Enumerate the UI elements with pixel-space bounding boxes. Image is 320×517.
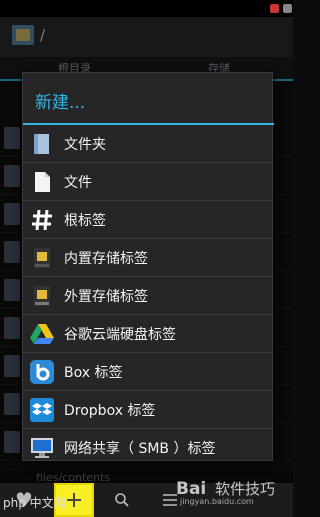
watermark: Bai 软件技巧 jingyan.baidu.com [176,478,276,506]
status-icon [283,4,292,13]
menu-item-google-drive[interactable]: 谷歌云端硬盘标签 [23,315,272,353]
menu-item-dropbox[interactable]: Dropbox 标签 [23,391,272,429]
menu-item-label: 网络共享（ SMB ）标签 [64,441,216,457]
new-item-popup: 新建... 文件夹 文件 根标签 内置存储标签 外置存储标签 谷歌云端硬盘标签 … [22,72,274,461]
status-icon [270,4,279,13]
menu-item-label: Box 标签 [64,365,123,381]
sd-card-icon [34,248,50,268]
search-button[interactable] [102,483,142,517]
add-icon [67,493,81,507]
dropbox-icon [30,398,54,422]
google-drive-icon [30,324,54,344]
menu-item-internal-storage[interactable]: 内置存储标签 [23,239,272,277]
hash-icon [32,209,52,231]
folder-icon [34,134,49,154]
popup-title: 新建... [35,93,86,113]
menu-item-label: 谷歌云端硬盘标签 [64,327,176,343]
menu-item-smb[interactable]: 网络共享（ SMB ）标签 [23,429,272,467]
menu-item-box[interactable]: Box 标签 [23,353,272,391]
menu-item-root-tab[interactable]: 根标签 [23,201,272,239]
watermark-url: jingyan.baidu.com [180,497,254,506]
menu-item-label: Dropbox 标签 [64,403,156,419]
menu-item-label: 根标签 [64,213,106,229]
php-watermark: php 中文网 [3,496,66,510]
menu-item-label: 内置存储标签 [64,251,148,267]
sd-card-icon [34,286,50,306]
baidu-logo: Bai [176,479,207,499]
file-icon [35,172,50,192]
menu-item-label: 文件夹 [64,137,106,153]
menu-item-file[interactable]: 文件 [23,163,272,201]
box-icon [30,360,54,384]
menu-item-label: 文件 [64,175,92,191]
status-bar [0,0,293,17]
menu-item-external-storage[interactable]: 外置存储标签 [23,277,272,315]
menu-item-folder[interactable]: 文件夹 [23,125,272,163]
monitor-icon [31,438,53,458]
watermark-text: 软件技巧 [215,480,276,498]
menu-item-label: 外置存储标签 [64,289,148,305]
search-icon [115,493,129,507]
